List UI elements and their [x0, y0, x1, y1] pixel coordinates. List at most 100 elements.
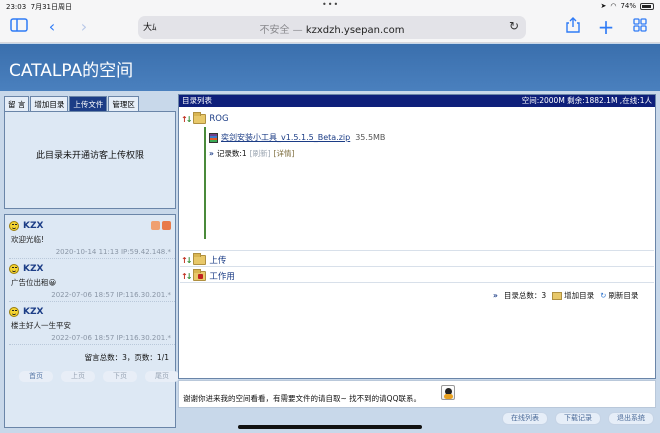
refresh-directory-label: 刷新目录 [608, 291, 639, 300]
delete-icon[interactable] [162, 221, 171, 230]
directory-total: 目录总数：3 [503, 291, 547, 300]
new-tab-icon[interactable]: + [597, 17, 615, 37]
home-indicator[interactable] [238, 425, 422, 429]
logout-button[interactable]: 退出系统 [608, 412, 654, 425]
file-size: 35.5MB [355, 133, 386, 142]
forward-icon[interactable]: › [76, 17, 92, 37]
refresh-icon: ↻ [600, 291, 607, 300]
message-header: KZX [9, 262, 175, 275]
pager-prev[interactable]: 上页 [61, 371, 95, 382]
directory-header: 目录列表 空间:2000M 剩余:1882.1M ,在线:1人 [179, 95, 655, 107]
reload-icon[interactable]: ↻ [509, 19, 519, 33]
folder-row-upload[interactable]: ↑↓ 上传 [181, 253, 226, 266]
pager-first[interactable]: 首页 [19, 371, 53, 382]
message-meta: 2020-10-14 11:13 IP:59.42.148.* [9, 248, 175, 259]
back-icon[interactable]: ‹ [44, 17, 60, 37]
message-summary: 留言总数：3，页数：1/1 [84, 353, 169, 362]
sidebar-icon[interactable] [8, 17, 30, 37]
url-text: 不安全 — kzxdzh.ysepan.com [259, 25, 405, 36]
directory-footer: » 目录总数：3 增加目录 ↻ 刷新目录 [493, 290, 638, 301]
page-header: CATALPA的空间 [0, 44, 660, 91]
tab-admin[interactable]: 管理区 [108, 96, 139, 111]
wifi-icon: ◠ [610, 2, 617, 10]
divider [180, 250, 654, 251]
upload-panel: 此目录未开通访客上传权限 [4, 111, 176, 209]
message-author: KZX [23, 220, 44, 231]
qq-icon[interactable] [441, 385, 455, 400]
record-count: 记录数:1 [216, 149, 247, 158]
directory-header-title: 目录列表 [182, 96, 212, 105]
locked-folder-icon [193, 269, 207, 281]
folder-name[interactable]: 上传 [209, 254, 226, 266]
status-time: 23:03 7月31日周日 [6, 3, 73, 11]
message-header: KZX [9, 305, 175, 318]
battery-icon [640, 2, 654, 10]
smiley-icon [9, 220, 19, 231]
folder-name[interactable]: 工作用 [209, 270, 235, 282]
add-directory-button[interactable]: 增加目录 [552, 290, 594, 301]
double-arrow-icon: » [493, 291, 498, 300]
user-icon[interactable] [151, 221, 160, 230]
tab-message[interactable]: 留 言 [4, 96, 30, 111]
add-directory-label: 增加目录 [564, 291, 595, 300]
pager-last[interactable]: 尾页 [145, 371, 179, 382]
online-list-button[interactable]: 在线列表 [502, 412, 548, 425]
double-arrow-icon: » [209, 149, 214, 158]
tree-line [204, 127, 206, 239]
status-right: ➤ ◠ 74% [600, 2, 654, 10]
notice-panel: 谢谢你进来我的空间看看，有需要文件的请自取~ 找不到的请QQ联系。 [178, 380, 656, 408]
folder-name[interactable]: ROG [209, 114, 228, 124]
record-row: » 记录数:1 [刷新] [详情] [209, 148, 294, 159]
pager: 首页 上页 下页 尾页 [19, 371, 179, 382]
message-text: 广告位出租😀 [11, 278, 57, 287]
file-row[interactable]: 奕剑安装小工具_v1.5.1.5_Beta.zip 35.5MB [209, 132, 385, 143]
message-text: 欢迎光临! [11, 235, 45, 244]
left-panel: 留 言 增加目录 上传文件 管理区 此目录未开通访客上传权限 [4, 96, 176, 209]
sort-arrows-icon[interactable]: ↑↓ [181, 115, 192, 124]
share-icon[interactable] [564, 17, 582, 37]
message-meta: 2022-07-06 18:57 IP:116.30.201.* [9, 291, 175, 302]
refresh-directory-button[interactable]: ↻ 刷新目录 [600, 290, 638, 301]
smiley-icon [9, 306, 19, 317]
pager-next[interactable]: 下页 [103, 371, 137, 382]
battery-percent: 74% [620, 2, 636, 10]
refresh-link[interactable]: [刷新] [250, 148, 271, 159]
page-title: CATALPA的空间 [9, 61, 134, 81]
add-folder-icon [552, 291, 563, 300]
message-meta: 2022-07-06 18:57 IP:116.30.201.* [9, 334, 175, 345]
message-author: KZX [23, 263, 44, 274]
sort-arrows-icon[interactable]: ↑↓ [181, 272, 192, 281]
folder-icon [193, 112, 207, 124]
download-log-button[interactable]: 下载记录 [555, 412, 601, 425]
message-item: KZX 楼主好人一生平安 2022-07-06 18:57 IP:116.30.… [5, 305, 175, 345]
folder-row-work[interactable]: ↑↓ 工作用 [181, 269, 235, 282]
message-text: 楼主好人一生平安 [11, 321, 71, 330]
folder-icon [193, 253, 207, 265]
notice-text: 谢谢你进来我的空间看看，有需要文件的请自取~ 找不到的请QQ联系。 [183, 394, 421, 403]
location-icon: ➤ [600, 2, 607, 10]
multitask-dots-icon[interactable]: ••• [322, 0, 339, 9]
sort-arrows-icon[interactable]: ↑↓ [181, 256, 192, 265]
bottom-buttons: 在线列表 下载记录 退出系统 [502, 412, 654, 425]
message-item: KZX 欢迎光临! 2020-10-14 11:13 IP:59.42.148.… [5, 219, 175, 259]
folder-row-rog[interactable]: ↑↓ ROG [181, 112, 229, 124]
tab-add-directory[interactable]: 增加目录 [30, 96, 69, 111]
archive-file-icon [209, 132, 218, 143]
smiley-icon [9, 263, 19, 274]
browser-toolbar: ‹ › 大ﾑ 不安全 — kzxdzh.ysepan.com ↻ + [0, 12, 660, 43]
status-bar: 23:03 7月31日周日 ••• ➤ ◠ 74% [0, 0, 660, 12]
detail-link[interactable]: [详情] [274, 148, 295, 159]
address-bar[interactable]: 大ﾑ 不安全 — kzxdzh.ysepan.com ↻ [138, 16, 526, 39]
left-tabs: 留 言 增加目录 上传文件 管理区 [4, 96, 176, 111]
message-author: KZX [23, 306, 44, 317]
divider [180, 266, 654, 267]
message-item: KZX 广告位出租😀 2022-07-06 18:57 IP:116.30.20… [5, 262, 175, 302]
tab-upload-file[interactable]: 上传文件 [69, 96, 108, 111]
divider [180, 282, 654, 283]
file-link[interactable]: 奕剑安装小工具_v1.5.1.5_Beta.zip [221, 132, 350, 143]
tabs-overview-icon[interactable] [631, 17, 649, 37]
directory-header-stats: 空间:2000M 剩余:1882.1M ,在线:1人 [521, 96, 652, 105]
message-board: KZX 欢迎光临! 2020-10-14 11:13 IP:59.42.148.… [4, 214, 179, 428]
message-actions [151, 221, 171, 230]
upload-permission-message: 此目录未开通访客上传权限 [35, 151, 144, 161]
